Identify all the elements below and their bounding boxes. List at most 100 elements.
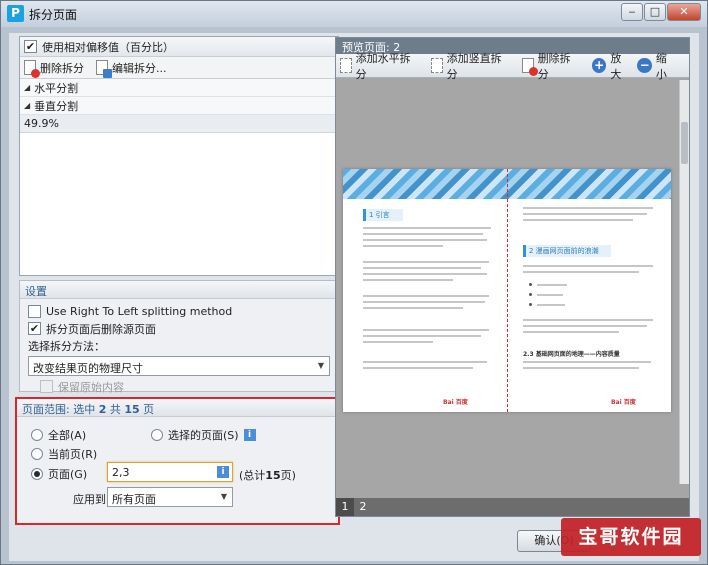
delete-split-label: 删除拆分 [40, 61, 84, 75]
add-horizontal-label: 添加水平拆分 [355, 51, 411, 81]
radio-selected-button[interactable] [151, 429, 163, 441]
right-page-subheading: 2.3 基础网页面的地理——内容质量 [523, 351, 620, 358]
text-line [523, 325, 647, 327]
title-bar[interactable]: P 拆分页面 ‒ □ ✕ [1, 1, 707, 27]
delete-split-icon [24, 60, 40, 78]
rtl-label: Use Right To Left splitting method [46, 305, 233, 318]
chevron-down-icon: ▼ [220, 492, 227, 501]
expand-triangle-icon[interactable]: ◢ [24, 101, 30, 110]
total-pages-note: (总计 15 页) [239, 468, 296, 483]
method-label: 选择拆分方法： [28, 339, 105, 353]
text-line [537, 284, 567, 286]
watermark-logo: 宝哥软件园 [561, 518, 701, 556]
text-line [363, 267, 481, 269]
radio-pages[interactable]: 页面(G) [31, 466, 87, 482]
zoom-out-button[interactable]: − 缩小 [637, 50, 677, 82]
radio-all-button[interactable] [31, 429, 43, 441]
use-offset-checkbox[interactable]: ✔ [24, 40, 37, 53]
zoom-in-button[interactable]: + 放大 [591, 50, 632, 82]
text-line [523, 207, 653, 209]
edit-split-button[interactable]: 编辑拆分... [96, 60, 167, 78]
dialog-body: ✔ 使用相对偏移值（百分比） 删除拆分 编辑拆分... ◢ 水平分割 ◢ 垂直分 [9, 33, 699, 561]
add-vertical-label: 添加竖直拆分 [446, 51, 502, 81]
apply-to-value: 所有页面 [112, 493, 156, 506]
tree-item-label: 垂直分割 [34, 99, 79, 113]
use-offset-row[interactable]: ✔ 使用相对偏移值（百分比） [20, 37, 338, 57]
radio-current-button[interactable] [31, 448, 43, 460]
text-line [363, 301, 485, 303]
rtl-checkbox[interactable] [28, 305, 41, 318]
close-button[interactable]: ✕ [667, 3, 701, 21]
expand-triangle-icon[interactable]: ◢ [24, 83, 30, 92]
app-logo-icon: P [7, 5, 24, 22]
text-line [523, 367, 639, 369]
text-line [363, 227, 491, 229]
text-line [363, 367, 473, 369]
edit-split-icon [96, 60, 112, 78]
text-line [363, 335, 481, 337]
page-tabs: 1 2 [336, 498, 689, 516]
keep-content-row[interactable]: 保留原始内容 [20, 378, 338, 395]
info-icon[interactable]: i [243, 429, 256, 441]
tree-item-label: 水平分割 [34, 81, 79, 95]
settings-header: 设置 [20, 281, 338, 299]
window-title: 拆分页面 [29, 8, 78, 22]
text-line [537, 304, 565, 306]
delete-source-checkbox[interactable]: ✔ [28, 322, 41, 335]
radio-selected[interactable]: 选择的页面(S) i [151, 427, 256, 443]
radio-current-label: 当前页(R) [48, 448, 98, 461]
text-line [363, 361, 487, 363]
radio-current[interactable]: 当前页(R) [31, 446, 97, 462]
text-line [363, 307, 463, 309]
keep-content-checkbox[interactable] [40, 380, 53, 393]
baidu-logo: Bai 百度 [443, 399, 468, 406]
pages-input[interactable]: 2,3 i [107, 462, 233, 482]
delete-split-button[interactable]: 删除拆分 [24, 60, 84, 78]
maximize-button[interactable]: □ [644, 3, 666, 21]
radio-all[interactable]: 全部(A) [31, 427, 86, 443]
add-vertical-split-button[interactable]: 添加竖直拆分 [431, 50, 510, 82]
page-tab-2[interactable]: 2 [354, 498, 372, 516]
delete-split-icon [522, 58, 538, 76]
text-line [523, 265, 653, 267]
horizontal-split-icon [340, 58, 352, 73]
left-page-heading: 1 引言 [363, 209, 403, 221]
minimize-button[interactable]: ‒ [621, 3, 643, 21]
apply-to-select[interactable]: 所有页面 ▼ [107, 487, 233, 507]
zoom-in-label: 放大 [610, 51, 622, 81]
radio-pages-button[interactable] [31, 468, 43, 480]
baidu-logo: Bai 百度 [611, 399, 636, 406]
keep-content-label: 保留原始内容 [58, 380, 124, 394]
tree-item-vertical[interactable]: ◢ 垂直分割 [20, 97, 338, 115]
rtl-row[interactable]: Use Right To Left splitting method [20, 303, 338, 320]
page-tab-1[interactable]: 1 [336, 498, 354, 516]
add-horizontal-split-button[interactable]: 添加水平拆分 [340, 50, 419, 82]
preview-delete-split-button[interactable]: 删除拆分 [522, 50, 580, 82]
text-line [363, 245, 443, 247]
text-line [363, 233, 483, 235]
split-value-row[interactable]: 49.9% [20, 115, 338, 133]
pages-input-value: 2,3 [112, 466, 130, 479]
text-line [363, 295, 489, 297]
bullet [529, 283, 532, 286]
text-line [523, 219, 633, 221]
split-method-value: 改变结果页的物理尺寸 [33, 362, 143, 375]
page-range-group: 页面范围: 选中 2 共 15 页 全部(A) 选择的页面(S) i 当前页(R… [15, 397, 340, 525]
bullet [529, 293, 532, 296]
split-toolbar: 删除拆分 编辑拆分... [20, 57, 338, 79]
info-icon[interactable]: i [217, 466, 229, 478]
preview-page-spread[interactable]: 1 引言 Bai 百度 2 漫画网页面前的浪潮 2.3 基础网页面的地理——内容… [343, 169, 671, 412]
split-method-select[interactable]: 改变结果页的物理尺寸 ▼ [28, 356, 330, 376]
vertical-split-line[interactable] [507, 169, 508, 412]
scrollbar-thumb[interactable] [681, 122, 688, 164]
text-line [363, 239, 487, 241]
text-line [363, 261, 489, 263]
text-line [523, 319, 653, 321]
text-line [363, 279, 453, 281]
right-page-heading: 2 漫画网页面前的浪潮 [523, 245, 611, 257]
tree-item-horizontal[interactable]: ◢ 水平分割 [20, 79, 338, 97]
delete-source-label: 拆分页面后删除源页面 [46, 322, 156, 336]
edit-split-label: 编辑拆分... [112, 61, 167, 75]
delete-source-row[interactable]: ✔ 拆分页面后删除源页面 [20, 320, 338, 337]
preview-scrollbar[interactable] [679, 80, 689, 484]
